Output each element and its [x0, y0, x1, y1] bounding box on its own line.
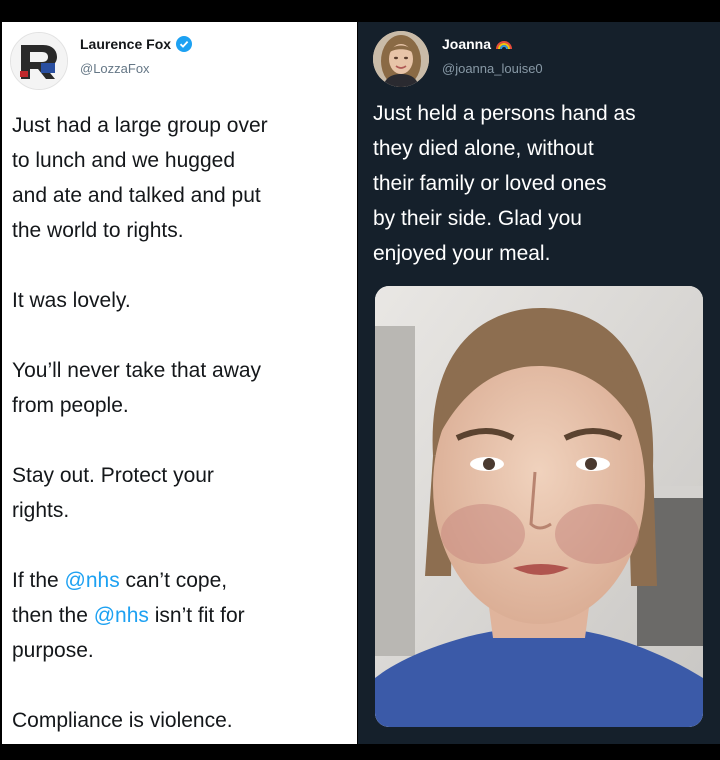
left-text-line: If the @nhs can’t cope, — [12, 563, 347, 598]
verified-badge-icon — [176, 36, 193, 52]
right-text-line: enjoyed your meal. — [373, 242, 551, 265]
left-text-line: Compliance is violence. — [12, 709, 233, 732]
line-text: then the — [12, 604, 94, 627]
left-text-line: from people. — [12, 394, 129, 417]
selfie-photo-image — [375, 286, 703, 727]
right-text-line: Just held a persons hand as — [373, 102, 636, 125]
left-handle[interactable]: @LozzaFox — [80, 61, 150, 76]
right-tweet-text: Just held a persons hand as they died al… — [373, 96, 713, 271]
right-display-name[interactable]: Joanna — [442, 36, 513, 52]
right-text-line: their family or loved ones — [373, 172, 607, 195]
rainbow-icon — [495, 38, 513, 50]
left-tweet-avatar[interactable] — [10, 32, 68, 90]
right-text-line: they died alone, without — [373, 137, 594, 160]
left-text-line: the world to rights. — [12, 219, 184, 242]
right-text-line: by their side. Glad you — [373, 207, 582, 230]
line-text: If the — [12, 569, 65, 592]
left-tweet-text: Just had a large group over to lunch and … — [12, 108, 347, 738]
left-text-line: rights. — [12, 499, 70, 522]
left-name-text: Laurence Fox — [80, 36, 172, 52]
reclaim-logo-icon — [11, 33, 67, 89]
left-text-line: You’ll never take that away — [12, 359, 262, 382]
left-text-line: It was lovely. — [12, 289, 131, 312]
left-display-name[interactable]: Laurence Fox — [80, 36, 193, 52]
line-text: can’t cope, — [119, 569, 228, 592]
nhs-mention-link[interactable]: @nhs — [94, 604, 149, 627]
left-text-line: purpose. — [12, 639, 94, 662]
left-text-line: Stay out. Protect your — [12, 464, 214, 487]
left-text-line: Just had a large group over — [12, 114, 268, 137]
left-text-line: and ate and talked and put — [12, 184, 261, 207]
line-text: isn’t fit for — [148, 604, 245, 627]
right-tweet-avatar[interactable] — [373, 31, 429, 87]
profile-photo-icon — [373, 31, 429, 87]
left-text-line: then the @nhs isn’t fit for — [12, 598, 347, 633]
nhs-mention-link[interactable]: @nhs — [65, 569, 120, 592]
right-handle[interactable]: @joanna_louise0 — [442, 61, 543, 76]
right-name-text: Joanna — [442, 36, 492, 52]
black-border-top — [0, 0, 720, 22]
black-border-bottom — [0, 744, 720, 760]
left-text-line: to lunch and we hugged — [12, 149, 236, 172]
selfie-photo[interactable] — [375, 286, 703, 727]
